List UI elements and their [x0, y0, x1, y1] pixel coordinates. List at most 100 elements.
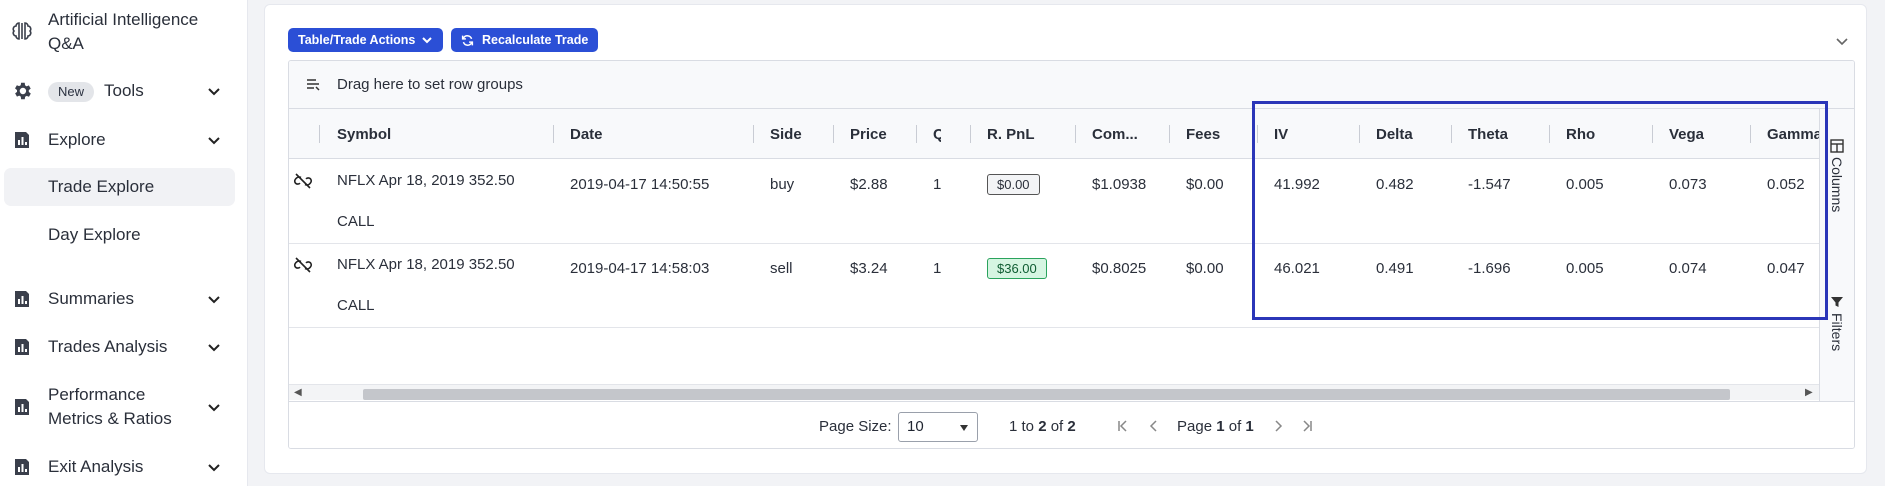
filters-tab-label: Filters: [1829, 313, 1845, 352]
cell-symbol: NFLX Apr 18, 2019 352.50 CALL: [337, 172, 515, 230]
cell-rpnl: $36.00: [987, 258, 1047, 279]
cell-qty: 1: [933, 260, 942, 277]
gear-icon: [11, 80, 33, 102]
cell-commission: $0.8025: [1092, 260, 1147, 277]
cell-fees: $0.00: [1186, 260, 1224, 277]
column-header-fees[interactable]: Fees: [1186, 109, 1246, 159]
page-size-select[interactable]: 10: [898, 412, 978, 442]
column-separator[interactable]: [553, 125, 554, 143]
last-page-icon[interactable]: [1299, 418, 1315, 434]
cell-symbol: NFLX Apr 18, 2019 352.50 CALL: [337, 256, 515, 314]
columns-icon: [1830, 139, 1844, 153]
cell-price: $3.24: [850, 260, 888, 277]
columns-tab-label: Columns: [1829, 157, 1845, 213]
columns-tab[interactable]: Columns: [1829, 139, 1845, 212]
row-range-summary: 1 to 2 of 2: [1009, 418, 1076, 435]
table-trade-actions-button[interactable]: Table/Trade Actions: [288, 28, 444, 52]
button-label: Table/Trade Actions: [298, 33, 416, 47]
column-separator[interactable]: [1169, 125, 1170, 143]
chart-bar-icon: [11, 336, 33, 358]
sidebar-item-trade-explore[interactable]: Trade Explore: [4, 168, 235, 206]
pagination-bar: Page Size: 10 1 to 2 of 2 Page 1 of 1: [289, 401, 1854, 448]
chevron-down-icon: [208, 137, 220, 145]
chart-bar-icon: [11, 456, 33, 478]
previous-page-icon[interactable]: [1146, 418, 1162, 434]
cell-date: 2019-04-17 14:50:55: [570, 176, 710, 193]
column-separator[interactable]: [1075, 125, 1076, 143]
sidebar-item-label: Exit Analysis: [48, 457, 144, 476]
sidebar-item-label: Tools: [104, 81, 144, 100]
column-separator[interactable]: [319, 125, 320, 143]
page-size-value: 10: [907, 418, 924, 435]
column-header-commission[interactable]: Com...: [1092, 109, 1160, 159]
column-header-price[interactable]: Price: [850, 109, 910, 159]
cell-commission: $1.0938: [1092, 176, 1147, 193]
sidebar-item-label: Explore: [48, 130, 106, 149]
cell-side: sell: [770, 260, 793, 277]
sidebar-item-trades-analysis[interactable]: Trades Analysis: [0, 334, 248, 360]
pnl-badge: $36.00: [987, 258, 1047, 279]
sidebar-item-label: Performance Metrics & Ratios: [48, 385, 172, 428]
unlink-icon[interactable]: [293, 171, 313, 191]
column-separator[interactable]: [753, 125, 754, 143]
chevron-down-icon[interactable]: [1834, 33, 1850, 49]
page-indicator: Page 1 of 1: [1177, 418, 1254, 435]
cell-qty: 1: [933, 176, 942, 193]
chevron-down-icon: [422, 37, 433, 44]
sidebar-item-performance-metrics[interactable]: Performance Metrics & Ratios: [0, 382, 248, 432]
column-header-symbol[interactable]: Symbol: [337, 109, 487, 159]
first-page-icon[interactable]: [1115, 418, 1131, 434]
column-header-rpnl[interactable]: R. PnL: [987, 109, 1067, 159]
sidebar-subitem-label: Day Explore: [48, 225, 141, 244]
sidebar-item-tools[interactable]: New Tools: [0, 78, 248, 104]
cell-rpnl: $0.00: [987, 174, 1040, 195]
pnl-badge: $0.00: [987, 174, 1040, 195]
row-group-icon: [307, 79, 320, 91]
new-badge: New: [48, 81, 95, 102]
horizontal-scrollbar[interactable]: ◀ ▶: [289, 384, 1819, 400]
sidebar-subitem-label: Trade Explore: [48, 177, 155, 196]
chart-bar-icon: [11, 396, 33, 418]
cell-price: $2.88: [850, 176, 888, 193]
chevron-down-icon: [208, 344, 220, 352]
scroll-right-icon[interactable]: ▶: [1805, 387, 1813, 398]
column-separator[interactable]: [833, 125, 834, 143]
sidebar-item-day-explore[interactable]: Day Explore: [4, 216, 235, 254]
column-header-side[interactable]: Side: [770, 109, 830, 159]
column-header-qty[interactable]: Q: [933, 109, 941, 159]
filter-icon: [1831, 297, 1843, 307]
sidebar-item-summaries[interactable]: Summaries: [0, 286, 248, 312]
filters-tab[interactable]: Filters: [1829, 295, 1845, 351]
sidebar-item-ai-qa[interactable]: Artificial Intelligence Q&A: [0, 8, 248, 56]
chevron-down-icon: [208, 464, 220, 472]
row-group-hint: Drag here to set row groups: [337, 76, 523, 93]
chart-bar-icon: [11, 129, 33, 151]
chevron-down-icon: [208, 404, 220, 412]
chart-bar-icon: [11, 288, 33, 310]
sidebar: Artificial Intelligence Q&A New Tools Exp…: [0, 0, 248, 486]
refresh-icon: [461, 34, 474, 46]
column-separator[interactable]: [916, 125, 917, 143]
sidebar-item-label: Artificial Intelligence Q&A: [48, 10, 199, 53]
scrollbar-thumb[interactable]: [363, 389, 1730, 400]
sidebar-item-explore[interactable]: Explore: [0, 127, 248, 153]
button-label: Recalculate Trade: [482, 33, 589, 47]
greeks-highlight-box: [1252, 101, 1828, 320]
caret-down-icon: [960, 425, 968, 431]
recalculate-trade-button[interactable]: Recalculate Trade: [451, 28, 599, 52]
page-size-label: Page Size:: [819, 418, 892, 435]
column-separator[interactable]: [970, 125, 971, 143]
cell-fees: $0.00: [1186, 176, 1224, 193]
brain-icon: [11, 20, 33, 42]
next-page-icon[interactable]: [1270, 418, 1286, 434]
unlink-icon[interactable]: [293, 255, 313, 275]
column-header-date[interactable]: Date: [570, 109, 720, 159]
cell-side: buy: [770, 176, 795, 193]
cell-date: 2019-04-17 14:58:03: [570, 260, 710, 277]
sidebar-item-exit-analysis[interactable]: Exit Analysis: [0, 454, 248, 480]
sidebar-item-label: Trades Analysis: [48, 337, 168, 356]
sidebar-item-label: Summaries: [48, 289, 134, 308]
chevron-down-icon: [208, 296, 220, 304]
scroll-left-icon[interactable]: ◀: [294, 387, 302, 398]
chevron-down-icon: [208, 88, 220, 96]
